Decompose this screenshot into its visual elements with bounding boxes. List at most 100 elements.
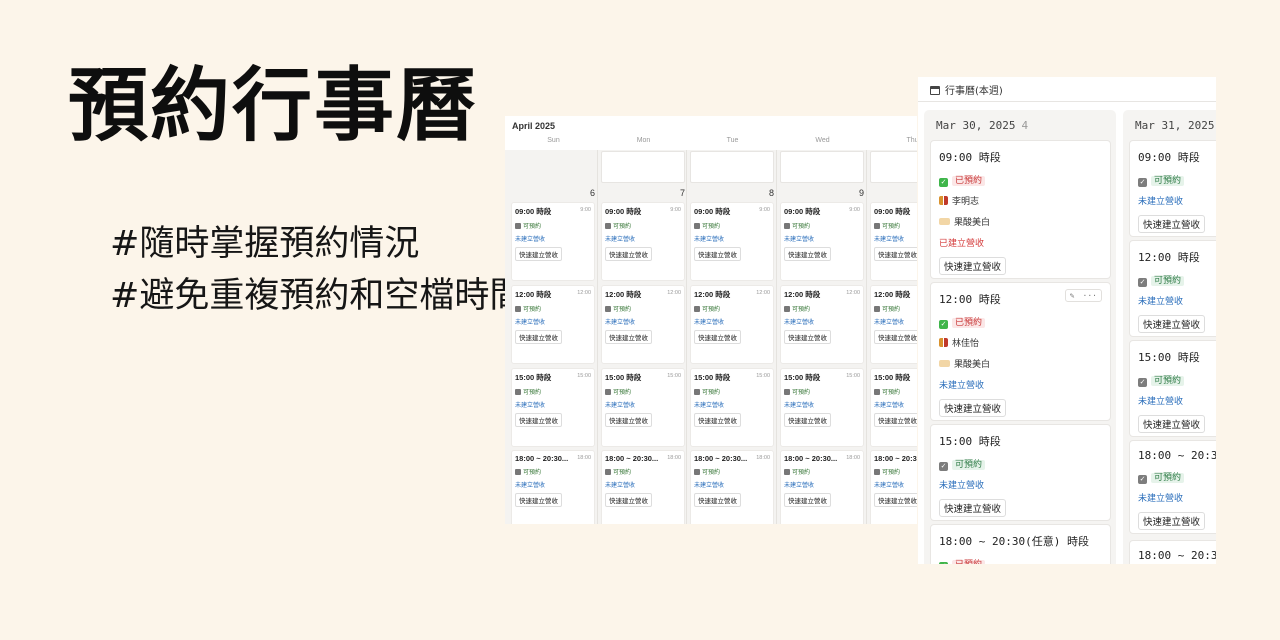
slot-card[interactable]: 09:00 時段9:00可預約未建立營收快速建立營收 bbox=[690, 202, 774, 281]
slot-card[interactable]: 15:00 時段15:00可預約未建立營收快速建立營收 bbox=[870, 368, 917, 447]
quick-revenue-button[interactable]: 快速建立營收 bbox=[694, 247, 741, 261]
quick-revenue-button[interactable]: 快速建立營收 bbox=[874, 247, 917, 261]
slot-card[interactable]: 15:00 時段 ✓ 可預約 未建立營收 快速建立營收 bbox=[930, 424, 1111, 521]
previous-week-card[interactable] bbox=[690, 151, 774, 183]
slot-header: 15:00 時段 15:00 bbox=[605, 372, 681, 383]
button-wrap: 快速建立營收 bbox=[939, 499, 1102, 517]
more-icon[interactable]: ··· bbox=[1079, 290, 1101, 301]
slot-card[interactable]: 09:00 時段9:00可預約未建立營收快速建立營收 bbox=[601, 202, 685, 281]
slot-card[interactable]: 09:00 時段 ✓ 可預約 未建立營收 快速建立營收 bbox=[1129, 140, 1216, 237]
slot-card[interactable]: 12:00 時段12:00可預約未建立營收快速建立營收 bbox=[690, 285, 774, 364]
revenue-link[interactable]: 未建立營收 bbox=[784, 400, 860, 409]
slot-card[interactable]: 15:00 時段15:00可預約未建立營收快速建立營收 bbox=[780, 368, 864, 447]
slot-card[interactable]: 18:00 ~ 20:30...18:00可預約未建立營收快速建立營收 bbox=[601, 450, 685, 524]
slot-card[interactable]: 12:00 時段 ✎ ··· ✓ 已預約 林佳怡 果酸美白 未建立營收 快速建立營收 bbox=[930, 282, 1111, 421]
quick-revenue-button[interactable]: 快速建立營收 bbox=[1138, 415, 1206, 433]
previous-week-card[interactable] bbox=[780, 151, 864, 183]
quick-revenue-button[interactable]: 快速建立營收 bbox=[874, 413, 917, 427]
revenue-link[interactable]: 未建立營收 bbox=[694, 400, 770, 409]
quick-revenue-button[interactable]: 快速建立營收 bbox=[874, 493, 917, 507]
status-label: 可預約 bbox=[792, 307, 811, 313]
revenue-link[interactable]: 未建立營收 bbox=[605, 234, 681, 243]
slot-header: 12:00 時段 12:00 bbox=[784, 289, 860, 300]
previous-week-card[interactable] bbox=[870, 151, 917, 183]
quick-revenue-button[interactable]: 快速建立營收 bbox=[694, 493, 741, 507]
revenue-link[interactable]: 未建立營收 bbox=[784, 234, 860, 243]
slot-card[interactable]: 18:00 ~ 20:30...18:00可預約未建立營收快速建立營收 bbox=[690, 450, 774, 524]
quick-revenue-button[interactable]: 快速建立營收 bbox=[605, 413, 652, 427]
slot-title: 12:00 時段 bbox=[874, 290, 911, 299]
quick-revenue-button[interactable]: 快速建立營收 bbox=[874, 330, 917, 344]
quick-revenue-button[interactable]: 快速建立營收 bbox=[784, 330, 831, 344]
revenue-status[interactable]: 未建立營收 bbox=[1138, 194, 1216, 207]
slot-card[interactable]: 15:00 時段 ✓ 可預約 未建立營收 快速建立營收 bbox=[1129, 340, 1216, 437]
quick-revenue-button[interactable]: 快速建立營收 bbox=[515, 330, 562, 344]
revenue-link[interactable]: 未建立營收 bbox=[784, 480, 860, 489]
revenue-link[interactable]: 未建立營收 bbox=[694, 234, 770, 243]
revenue-link[interactable]: 未建立營收 bbox=[874, 400, 917, 409]
slot-card[interactable]: 18:00 ~ 20:30...18:00可預約未建立營收快速建立營收 bbox=[780, 450, 864, 524]
quick-revenue-button[interactable]: 快速建立營收 bbox=[605, 247, 652, 261]
revenue-link[interactable]: 未建立營收 bbox=[874, 317, 917, 326]
revenue-status[interactable]: 未建立營收 bbox=[1138, 394, 1216, 407]
slot-card[interactable]: 12:00 時段12:00可預約未建立營收快速建立營收 bbox=[601, 285, 685, 364]
quick-revenue-button[interactable]: 快速建立營收 bbox=[939, 499, 1007, 517]
slot-card[interactable]: 15:00 時段15:00可預約未建立營收快速建立營收 bbox=[511, 368, 595, 447]
slot-card[interactable]: 12:00 時段12:00可預約未建立營收快速建立營收 bbox=[511, 285, 595, 364]
revenue-status[interactable]: 未建立營收 bbox=[1138, 294, 1216, 307]
revenue-link[interactable]: 未建立營收 bbox=[605, 317, 681, 326]
checkbox-icon bbox=[874, 389, 880, 395]
revenue-link[interactable]: 未建立營收 bbox=[605, 480, 681, 489]
week-calendar: 行事曆(本週) Mar 30, 2025 4 09:00 時段 ✓ 已預約 李明志 果酸美白… bbox=[918, 77, 1216, 564]
revenue-link[interactable]: 未建立營收 bbox=[874, 480, 917, 489]
quick-revenue-button[interactable]: 快速建立營收 bbox=[784, 413, 831, 427]
checkbox-icon bbox=[874, 306, 880, 312]
revenue-link[interactable]: 未建立營收 bbox=[694, 317, 770, 326]
revenue-status[interactable]: 未建立營收 bbox=[939, 378, 1102, 391]
button-wrap: 快速建立營收 bbox=[874, 243, 917, 262]
slot-card[interactable]: 09:00 時段 ✓ 已預約 李明志 果酸美白 已建立營收 快速建立營收 bbox=[930, 140, 1111, 279]
revenue-link[interactable]: 未建立營收 bbox=[515, 400, 591, 409]
status-available: 可預約 bbox=[605, 467, 681, 476]
quick-revenue-button[interactable]: 快速建立營收 bbox=[784, 493, 831, 507]
edit-icon[interactable]: ✎ bbox=[1066, 290, 1079, 301]
slot-card[interactable]: 09:00 時段9:00可預約未建立營收快速建立營收 bbox=[511, 202, 595, 281]
revenue-link[interactable]: 未建立營收 bbox=[605, 400, 681, 409]
checkbox-icon: ✓ bbox=[1138, 475, 1147, 484]
slot-card[interactable]: 15:00 時段15:00可預約未建立營收快速建立營收 bbox=[601, 368, 685, 447]
quick-revenue-button[interactable]: 快速建立營收 bbox=[694, 330, 741, 344]
quick-revenue-button[interactable]: 快速建立營收 bbox=[1138, 315, 1206, 333]
revenue-link[interactable]: 未建立營收 bbox=[515, 234, 591, 243]
previous-week-card[interactable] bbox=[601, 151, 685, 183]
slot-card[interactable]: 15:00 時段15:00可預約未建立營收快速建立營收 bbox=[690, 368, 774, 447]
slot-card[interactable]: 18:00 ~ 20:30...18:00可預約未建立營收快速建立營收 bbox=[870, 450, 917, 524]
revenue-link[interactable]: 未建立營收 bbox=[515, 317, 591, 326]
quick-revenue-button[interactable]: 快速建立營收 bbox=[605, 330, 652, 344]
quick-revenue-button[interactable]: 快速建立營收 bbox=[784, 247, 831, 261]
quick-revenue-button[interactable]: 快速建立營收 bbox=[939, 399, 1007, 417]
quick-revenue-button[interactable]: 快速建立營收 bbox=[515, 493, 562, 507]
slot-card[interactable]: 18:00 ~ 20:30...18:00可預約未建立營收快速建立營收 bbox=[511, 450, 595, 524]
slot-card[interactable]: 18:00 ~ 20:30(任意) 時段 ✓ 已預約 bbox=[930, 524, 1111, 564]
slot-card[interactable]: 12:00 時段 ✓ 可預約 未建立營收 快速建立營收 bbox=[1129, 240, 1216, 337]
revenue-link[interactable]: 未建立營收 bbox=[874, 234, 917, 243]
revenue-status[interactable]: 未建立營收 bbox=[939, 478, 1102, 491]
revenue-link[interactable]: 未建立營收 bbox=[694, 480, 770, 489]
quick-revenue-button[interactable]: 快速建立營收 bbox=[694, 413, 741, 427]
slot-card[interactable]: 18:00 ~ 20:30 ✓ 可預約 未建立營收 快速建立營收 bbox=[1129, 440, 1216, 534]
revenue-status[interactable]: 已建立營收 bbox=[939, 236, 1102, 249]
revenue-status[interactable]: 未建立營收 bbox=[1138, 491, 1216, 504]
slot-card[interactable]: 09:00 時段9:00可預約未建立營收快速建立營收 bbox=[780, 202, 864, 281]
quick-revenue-button[interactable]: 快速建立營收 bbox=[515, 413, 562, 427]
quick-revenue-button[interactable]: 快速建立營收 bbox=[1138, 512, 1206, 530]
quick-revenue-button[interactable]: 快速建立營收 bbox=[1138, 215, 1206, 233]
slot-card[interactable]: 12:00 時段12:00 可預約未建立營收快速建立營收 bbox=[780, 285, 864, 364]
slot-card[interactable]: 09:00 時段9:00可預約未建立營收快速建立營收 bbox=[870, 202, 917, 281]
quick-revenue-button[interactable]: 快速建立營收 bbox=[605, 493, 652, 507]
quick-revenue-button[interactable]: 快速建立營收 bbox=[939, 257, 1007, 275]
slot-card[interactable]: 18:00 ~ 20:30 bbox=[1129, 540, 1216, 564]
revenue-link[interactable]: 未建立營收 bbox=[784, 317, 860, 326]
revenue-link[interactable]: 未建立營收 bbox=[515, 480, 591, 489]
slot-card[interactable]: 12:00 時段12:00可預約未建立營收快速建立營收 bbox=[870, 285, 917, 364]
quick-revenue-button[interactable]: 快速建立營收 bbox=[515, 247, 562, 261]
